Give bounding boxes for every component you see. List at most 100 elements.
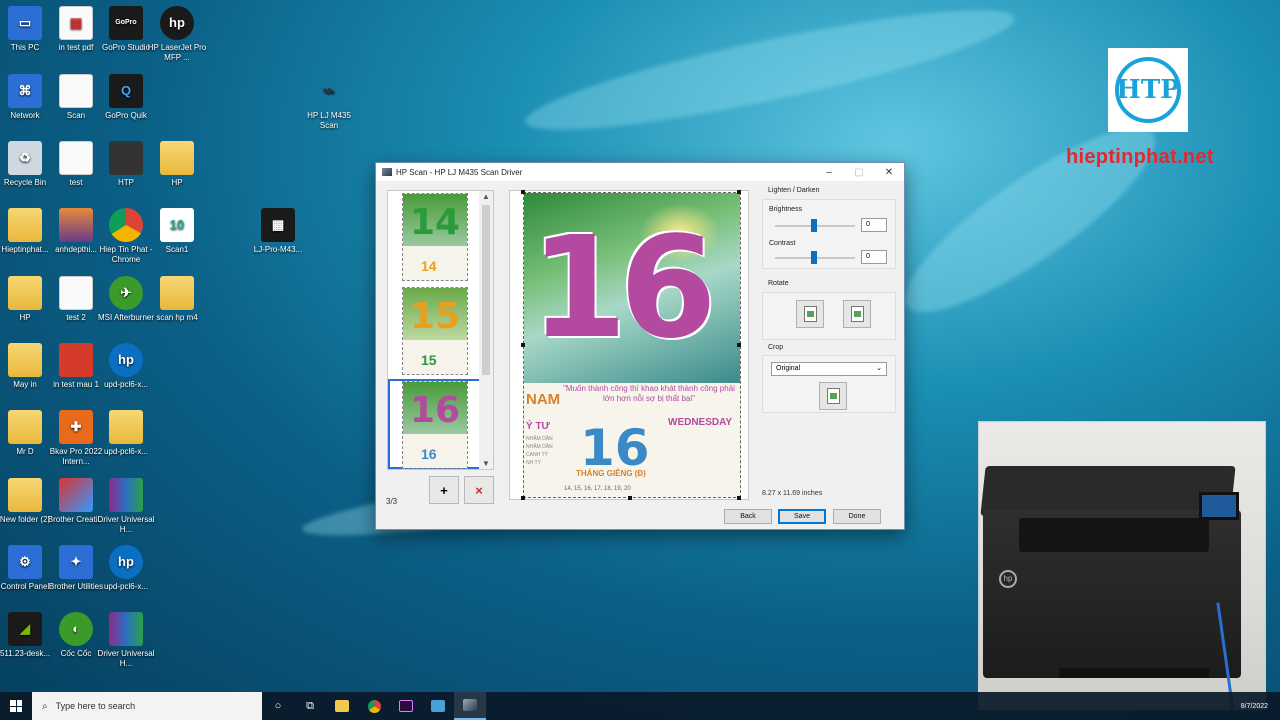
scrollbar-thumb[interactable]: [482, 205, 490, 375]
hp-scan-window[interactable]: HP Scan - HP LJ M435 Scan Driver – ▢ ✕ 1…: [375, 162, 905, 530]
desktop-icon-upd-pcl6-1[interactable]: hp upd-pcl6-x...: [94, 343, 158, 390]
desktop-icon-driver-universal-1[interactable]: Driver Universal H...: [94, 478, 158, 535]
hp-icon: hp: [109, 343, 143, 377]
brightness-input[interactable]: 0: [861, 218, 887, 232]
cortana-icon[interactable]: ○: [262, 692, 294, 720]
calendar-lunar-month: THÁNG GIÊNG (Đ): [576, 469, 646, 478]
thumbnail-scrollbar[interactable]: ▲ ▼: [479, 191, 493, 469]
calendar-week-dates: 14, 15, 16, 17, 18, 19, 20: [564, 486, 631, 492]
image-viewer-taskbar-icon[interactable]: [422, 692, 454, 720]
installer-icon: ▦: [261, 208, 295, 242]
site-watermark: hieptinphat.net: [1066, 146, 1214, 168]
crop-handle[interactable]: [737, 496, 741, 500]
crop-select[interactable]: Original ⌄: [771, 362, 887, 376]
taskbar-search-box[interactable]: ⌕ Type here to search: [32, 692, 262, 720]
winrar-icon: [109, 612, 143, 646]
crop-handle[interactable]: [737, 190, 741, 194]
add-page-button[interactable]: +: [429, 476, 459, 504]
rotate-left-button[interactable]: [796, 300, 824, 328]
thumbnail-page-1[interactable]: 14 14: [402, 193, 468, 281]
folder-icon: [8, 478, 42, 512]
brightness-slider-knob[interactable]: [811, 219, 817, 232]
afterburner-icon: ✈: [109, 276, 143, 310]
desktop-icon-upd-pcl6-3[interactable]: hp upd-pcl6-x...: [94, 545, 158, 592]
calendar-quote: "Muốn thành công thì khao khát thành côn…: [563, 384, 735, 403]
thumbnail-list[interactable]: 14 14 15 15 16 16 ▲ ▼: [387, 190, 494, 470]
shield-icon: ✚: [59, 410, 93, 444]
folder-icon: [160, 141, 194, 175]
rotate-left-icon: [803, 306, 817, 322]
crop-handle[interactable]: [737, 343, 741, 347]
delete-page-button[interactable]: ×: [464, 476, 494, 504]
hp-icon: hp: [109, 545, 143, 579]
file-explorer-taskbar-icon[interactable]: [326, 692, 358, 720]
desktop-icon-gopro-quik[interactable]: Q GoPro Quik: [94, 74, 158, 121]
pdf-file-icon: ▤: [59, 6, 93, 40]
taskbar-clock-date[interactable]: 8/7/2022: [1241, 703, 1280, 710]
crop-handle[interactable]: [521, 343, 525, 347]
contrast-slider-knob[interactable]: [811, 251, 817, 264]
start-button[interactable]: [0, 692, 32, 720]
control-panel-icon: ⚙: [8, 545, 42, 579]
calendar-lines: NHÂM DẦN NHÂM DẦN CANH TÝ NH TỴ: [526, 436, 553, 466]
rotate-group: [762, 292, 896, 340]
desktop-icon-hp-laserjet[interactable]: hp HP LaserJet Pro MFP ...: [145, 6, 209, 63]
chrome-taskbar-icon[interactable]: [358, 692, 390, 720]
folder-icon: [109, 410, 143, 444]
scroll-up-arrow-icon[interactable]: ▲: [479, 192, 493, 201]
scanner-icon: ⌁: [322, 80, 336, 102]
close-button[interactable]: ✕: [874, 167, 904, 178]
chrome-icon: [109, 208, 143, 242]
document-icon: [59, 74, 93, 108]
premiere-taskbar-icon[interactable]: [390, 692, 422, 720]
window-titlebar[interactable]: HP Scan - HP LJ M435 Scan Driver – ▢ ✕: [376, 163, 904, 181]
desktop-icon-upd-pcl6-2[interactable]: upd-pcl6-x...: [94, 410, 158, 457]
calendar-tu: Ý TƯ: [526, 421, 550, 432]
thumbnail-page-2[interactable]: 15 15: [402, 287, 468, 375]
crop-group: Original ⌄: [762, 355, 896, 413]
delete-icon: ×: [475, 482, 483, 498]
contrast-label: Contrast: [769, 240, 796, 247]
background-wave: [884, 101, 1176, 339]
done-button[interactable]: Done: [833, 509, 881, 524]
desktop-icon-hp-scan[interactable]: ⌁ HP LJ M435 Scan: [297, 74, 361, 131]
hp-logo-icon: hp: [999, 570, 1017, 588]
scanned-page-image: 16 "Muốn thành công thì khao khát thành …: [523, 192, 741, 498]
logo: HTP: [1108, 48, 1188, 132]
auto-crop-button[interactable]: [819, 382, 847, 410]
folder-icon: [8, 343, 42, 377]
save-button[interactable]: Save: [778, 509, 826, 524]
contrast-input[interactable]: 0: [861, 250, 887, 264]
desktop-icon-hp[interactable]: HP: [145, 141, 209, 188]
search-placeholder: Type here to search: [55, 701, 136, 711]
winrar-icon: [109, 478, 143, 512]
crop-handle[interactable]: [628, 496, 632, 500]
scanner-app-icon: [382, 168, 392, 176]
desktop-icon-lj-pro[interactable]: ▦ LJ-Pro-M43...: [246, 208, 310, 255]
thumbnail-page-3[interactable]: 16 16: [402, 381, 468, 469]
brother-icon: [59, 478, 93, 512]
background-wave: [519, 0, 1021, 152]
brightness-label: Brightness: [769, 206, 803, 213]
hp-scan-taskbar-icon[interactable]: [454, 692, 486, 720]
desktop-icon-scan-hp-m4[interactable]: scan hp m4: [145, 276, 209, 323]
desktop-icon-driver-universal-2[interactable]: Driver Universal H...: [94, 612, 158, 669]
rotate-right-icon: [850, 306, 864, 322]
scan-preview[interactable]: 16 "Muốn thành công thì khao khát thành …: [509, 190, 749, 500]
rotate-right-button[interactable]: [843, 300, 871, 328]
printer-control-panel: [1199, 492, 1239, 520]
scroll-down-arrow-icon[interactable]: ▼: [479, 459, 493, 468]
image-file-icon: [59, 208, 93, 242]
maximize-button[interactable]: ▢: [844, 167, 874, 178]
crop-handle[interactable]: [521, 496, 525, 500]
crop-handle[interactable]: [521, 190, 525, 194]
desktop-icon-scan1[interactable]: 10 Scan1: [145, 208, 209, 255]
crop-label: Crop: [768, 344, 784, 351]
back-button[interactable]: Back: [724, 509, 772, 524]
minimize-button[interactable]: –: [814, 167, 844, 178]
image-file-icon: [59, 343, 93, 377]
folder-icon: [8, 208, 42, 242]
task-view-icon[interactable]: ⧉: [294, 692, 326, 720]
taskbar: ⌕ Type here to search ○ ⧉ 8/7/2022: [0, 692, 1280, 720]
gopro-icon: GoPro: [109, 6, 143, 40]
